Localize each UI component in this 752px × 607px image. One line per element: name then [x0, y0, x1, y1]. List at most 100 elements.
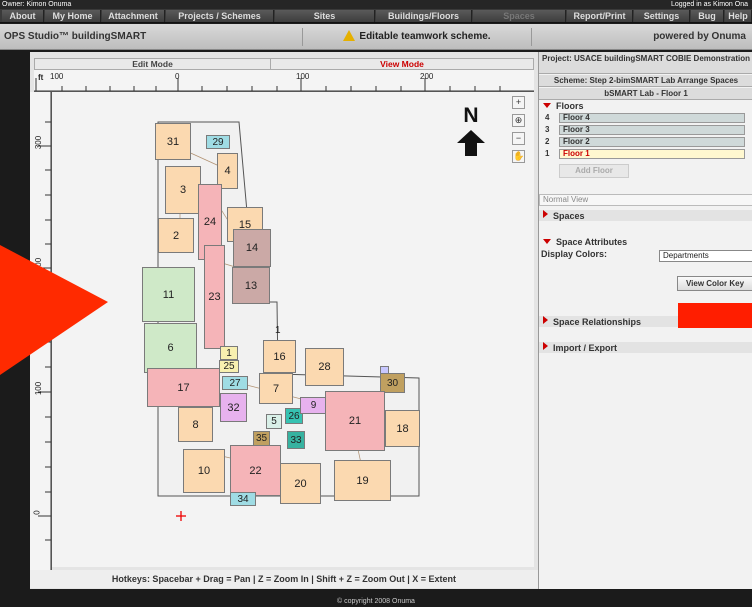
space-label: 22 [249, 464, 262, 477]
edit-mode-tab[interactable]: Edit Mode [35, 59, 271, 69]
space-34[interactable]: 34 [230, 492, 256, 506]
menu-spaces[interactable]: Spaces [473, 10, 566, 22]
floor-name: Floor 3 [559, 125, 745, 135]
floor-item-1[interactable]: 1 Floor 1 [539, 149, 749, 159]
floor-plan-canvas[interactable]: 31 29 4 3 24 15 2 11 23 14 13 6 1 25 16 … [52, 92, 534, 567]
space-marker[interactable] [380, 366, 389, 374]
space-30[interactable]: 30 [380, 373, 405, 393]
space-27[interactable]: 27 [222, 376, 248, 390]
floor-item-3[interactable]: 3 Floor 3 [539, 125, 749, 135]
space-label: 35 [255, 433, 268, 444]
ruler-top: ft 100 0 100 200 [34, 70, 534, 92]
space-3[interactable]: 3 [165, 166, 201, 214]
ruler-left-label: 0 [32, 510, 42, 515]
warning-icon [343, 30, 356, 41]
space-1[interactable]: 1 [220, 346, 238, 360]
owner-label: Owner: Kimon Onuma [2, 1, 72, 8]
project-title: Project: USACE buildingSMART COBIE Demon… [539, 52, 752, 74]
space-label: 11 [162, 288, 175, 301]
display-colors-label: Display Colors: [541, 249, 608, 259]
space-31[interactable]: 31 [155, 123, 191, 160]
space-20[interactable]: 20 [280, 463, 321, 504]
view-select[interactable]: Normal View [539, 194, 752, 206]
view-select-value: Normal View [543, 195, 589, 204]
ruler-top-label: 0 [175, 72, 180, 81]
space-label: 18 [396, 422, 409, 435]
space-18[interactable]: 18 [385, 410, 420, 447]
space-label: 23 [208, 291, 221, 303]
space-21[interactable]: 21 [325, 391, 385, 451]
space-6[interactable]: 6 [144, 323, 197, 373]
space-label: 29 [212, 136, 224, 148]
space-label: 34 [237, 493, 249, 505]
space-23[interactable]: 23 [204, 245, 225, 349]
menu-bug[interactable]: Bug [691, 10, 724, 22]
space-19[interactable]: 19 [334, 460, 391, 501]
menu-help[interactable]: Help [725, 10, 752, 22]
floor-number: 4 [545, 113, 550, 122]
space-29[interactable]: 29 [206, 135, 230, 149]
expand-icon [543, 316, 548, 324]
space-10[interactable]: 10 [183, 449, 225, 493]
warning-text: Editable teamwork scheme. [359, 31, 491, 42]
space-5[interactable]: 5 [266, 414, 282, 429]
space-16[interactable]: 16 [263, 340, 296, 373]
space-attributes-title: Space Attributes [556, 237, 628, 247]
pan-hand-icon[interactable]: ✋ [512, 150, 525, 163]
space-label: 33 [290, 434, 302, 446]
view-mode-tab[interactable]: View Mode [271, 59, 533, 69]
floor-number: 3 [545, 125, 550, 134]
zoom-out-icon[interactable]: − [512, 132, 525, 145]
menu-my-home[interactable]: My Home [45, 10, 101, 22]
callout-arrow-icon [0, 245, 108, 375]
space-28[interactable]: 28 [305, 348, 344, 386]
spaces-section[interactable]: Spaces [539, 210, 752, 221]
menu-sites[interactable]: Sites [275, 10, 375, 22]
zoom-extent-icon[interactable]: ⊕ [512, 114, 525, 127]
menu-report-print[interactable]: Report/Print [567, 10, 633, 22]
menu-buildings-floors[interactable]: Buildings/Floors [376, 10, 472, 22]
menu-settings[interactable]: Settings [634, 10, 690, 22]
space-14[interactable]: 14 [233, 229, 271, 267]
menu-about[interactable]: About [2, 10, 44, 22]
space-8[interactable]: 8 [178, 407, 213, 442]
zoom-in-icon[interactable]: + [512, 96, 525, 109]
menu-attachment[interactable]: Attachment [102, 10, 165, 22]
space-32[interactable]: 32 [220, 393, 247, 422]
space-13[interactable]: 13 [232, 267, 270, 304]
menu-projects-schemes[interactable]: Projects / Schemes [166, 10, 274, 22]
space-label: 27 [229, 377, 241, 389]
space-label: 24 [203, 216, 217, 228]
north-label: N [463, 104, 479, 127]
space-11[interactable]: 11 [142, 267, 195, 322]
space-label-1: 1 [275, 325, 281, 336]
floor-item-4[interactable]: 4 Floor 4 [539, 113, 749, 123]
ruler-left-label: 100 [34, 381, 44, 396]
space-2[interactable]: 2 [158, 218, 194, 253]
space-attributes-section[interactable]: Space Attributes [539, 237, 752, 248]
floor-number: 2 [545, 137, 550, 146]
expand-icon [543, 342, 548, 350]
add-floor-button[interactable]: Add Floor [559, 164, 629, 178]
import-export-title: Import / Export [553, 343, 618, 353]
view-color-key-button[interactable]: View Color Key [677, 276, 752, 291]
space-label: 8 [192, 418, 199, 431]
space-relationships-title: Space Relationships [553, 317, 642, 327]
display-colors-select[interactable]: Departments [659, 250, 752, 262]
floor-item-2[interactable]: 2 Floor 2 [539, 137, 749, 147]
building-title: bSMART Lab - Floor 1 [539, 88, 752, 100]
owner-bar: Owner: Kimon Onuma Logged in as Kimon On… [0, 0, 752, 9]
floors-section[interactable]: Floors [539, 101, 752, 112]
space-label: 16 [273, 350, 286, 363]
space-25[interactable]: 25 [219, 360, 239, 373]
space-33[interactable]: 33 [287, 431, 305, 449]
display-colors-value: Departments [663, 251, 709, 260]
space-9[interactable]: 9 [300, 397, 327, 414]
space-22[interactable]: 22 [230, 445, 281, 496]
main-menu: About My Home Attachment Projects / Sche… [0, 9, 752, 23]
space-17[interactable]: 17 [147, 368, 220, 407]
import-export-section[interactable]: Import / Export [539, 342, 752, 353]
space-35[interactable]: 35 [253, 431, 270, 446]
space-7[interactable]: 7 [259, 373, 293, 404]
hotkeys-help: Hotkeys: Spacebar + Drag = Pan | Z = Zoo… [30, 570, 538, 588]
